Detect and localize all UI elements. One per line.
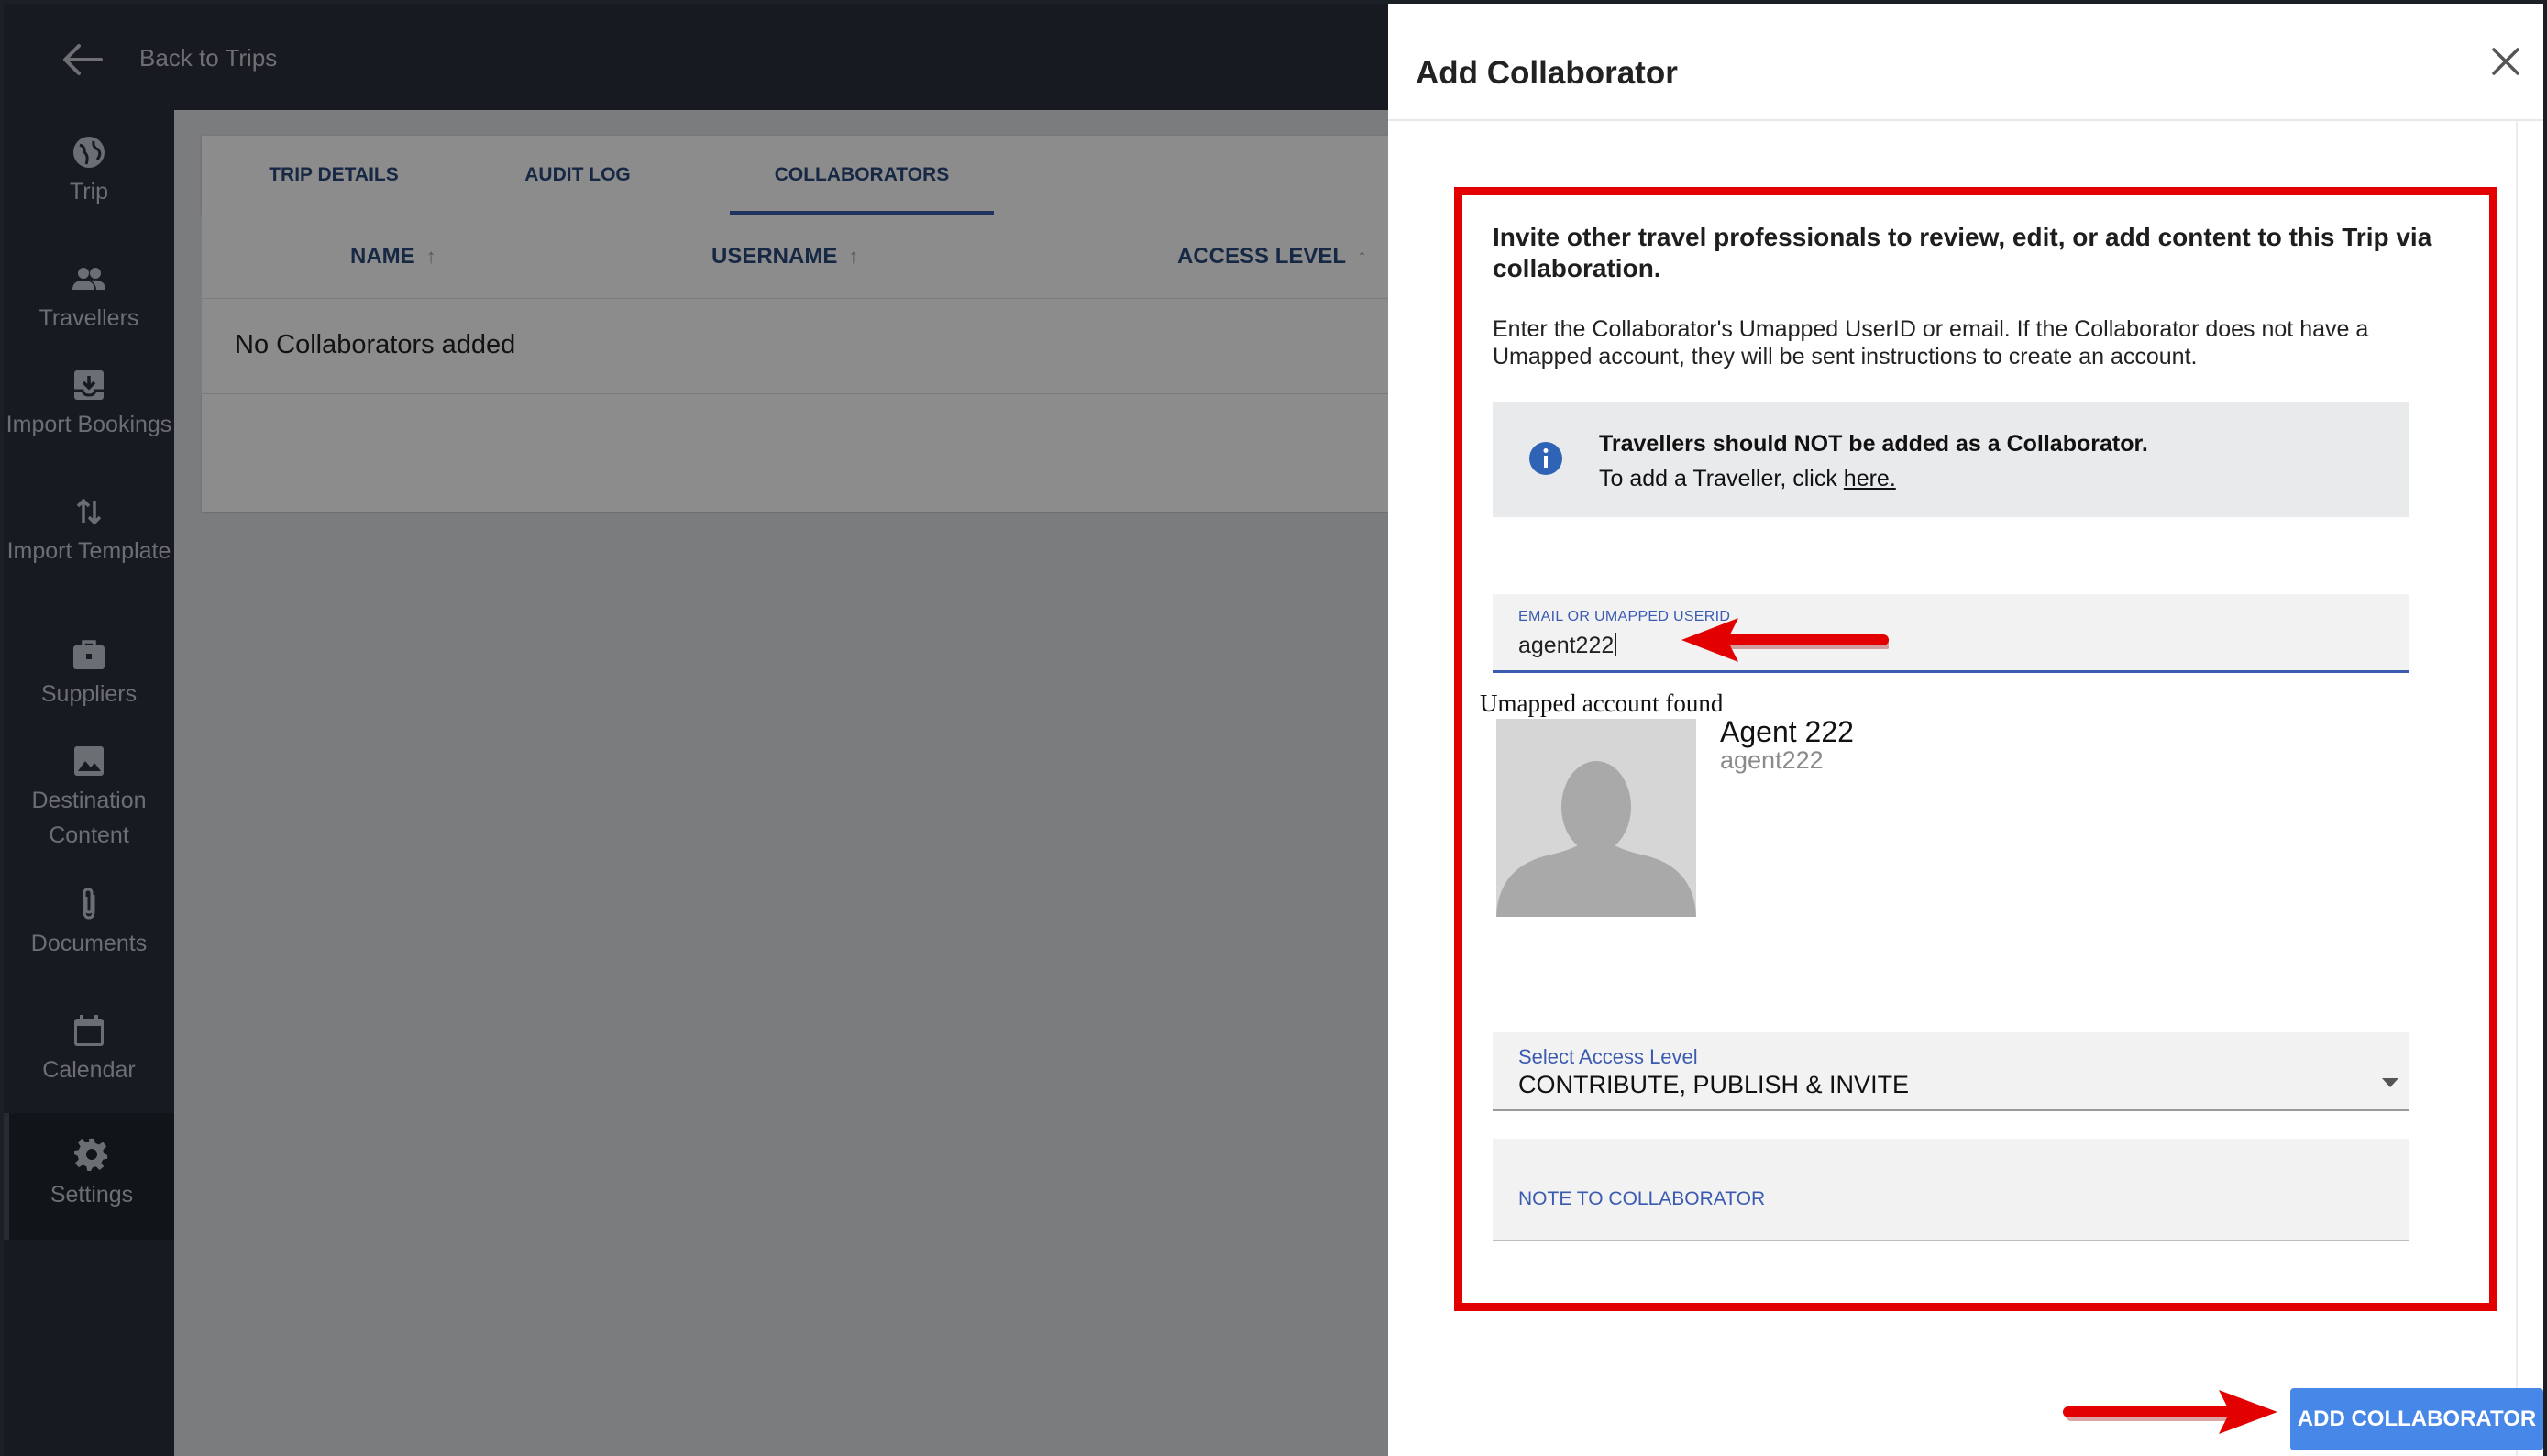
account-found-label: Umapped account found bbox=[1480, 689, 1724, 717]
dropdown-arrow-icon[interactable] bbox=[2382, 1078, 2398, 1087]
account-username: agent222 bbox=[1720, 746, 1824, 774]
close-icon[interactable] bbox=[2488, 44, 2523, 79]
intro-heading: Invite other travel professionals to rev… bbox=[1493, 223, 2432, 282]
add-collaborator-panel: Add Collaborator Invite other travel pro… bbox=[1388, 4, 2543, 1456]
access-level-value: CONTRIBUTE, PUBLISH & INVITE bbox=[1518, 1071, 1910, 1098]
intro-text: Enter the Collaborator's Umapped UserID … bbox=[1493, 316, 2369, 370]
info-icon bbox=[1529, 442, 1562, 475]
info-warning: Travellers should NOT be added as a Coll… bbox=[1599, 431, 2148, 457]
email-field-value[interactable]: agent222 bbox=[1518, 633, 1617, 659]
screen: Back to Trips Trip Travellers Import Boo… bbox=[0, 0, 2547, 1456]
avatar-placeholder-icon bbox=[1496, 719, 1696, 917]
email-or-userid-field[interactable]: EMAIL OR UMAPPED USERID agent222 bbox=[1493, 594, 2409, 673]
info-callout: Travellers should NOT be added as a Coll… bbox=[1493, 402, 2409, 517]
note-to-collaborator-field[interactable]: NOTE TO COLLABORATOR bbox=[1493, 1139, 2409, 1241]
account-name: Agent 222 bbox=[1720, 715, 1854, 748]
access-level-label: Select Access Level bbox=[1518, 1045, 1698, 1068]
annotation-arrow-icon bbox=[2063, 1390, 2277, 1434]
annotation-arrow-icon bbox=[1681, 618, 1889, 662]
modal-scrollbar[interactable] bbox=[2516, 121, 2518, 1456]
avatar bbox=[1496, 719, 1696, 917]
modal-backdrop[interactable] bbox=[4, 4, 1388, 1456]
modal-divider bbox=[1388, 119, 2543, 121]
modal-title: Add Collaborator bbox=[1416, 55, 1678, 91]
info-line: To add a Traveller, click here. bbox=[1599, 466, 1896, 491]
add-collaborator-button[interactable]: ADD COLLABORATOR bbox=[2290, 1388, 2543, 1450]
add-traveller-link[interactable]: here. bbox=[1844, 466, 1896, 491]
text-caret bbox=[1615, 633, 1617, 656]
access-level-select[interactable]: Select Access Level CONTRIBUTE, PUBLISH … bbox=[1493, 1032, 2409, 1111]
note-field-label: NOTE TO COLLABORATOR bbox=[1518, 1188, 1766, 1209]
